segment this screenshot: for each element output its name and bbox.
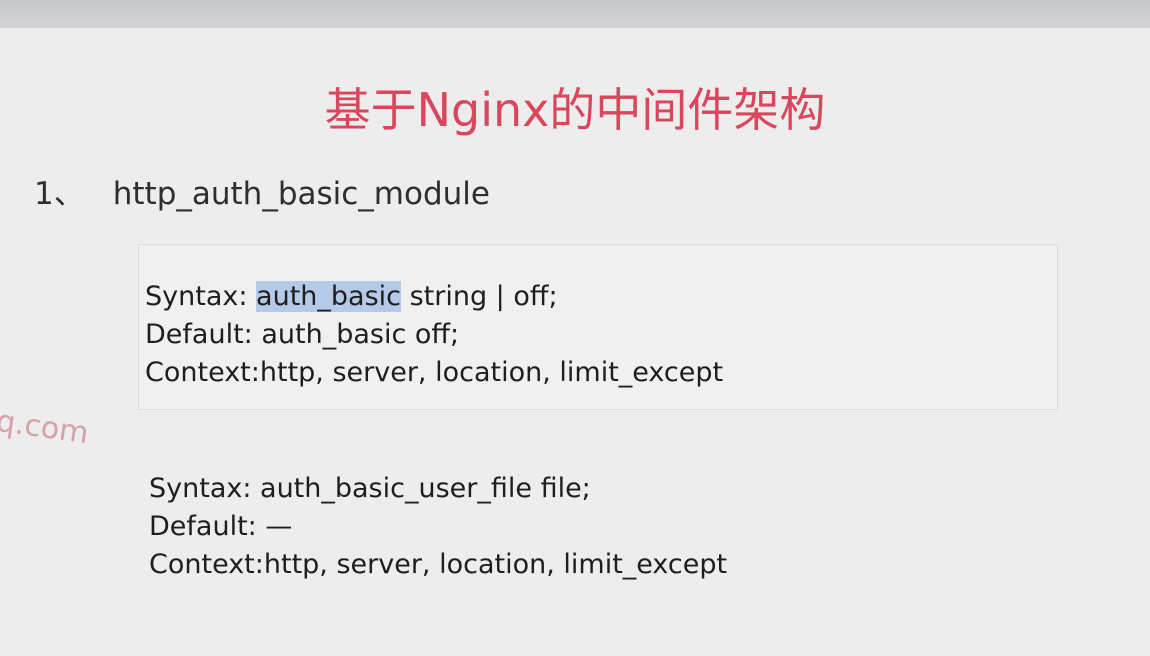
syntax-line: Syntax: auth_basic_user_file file; (149, 473, 591, 504)
heading-number: 1、 (34, 176, 85, 212)
syntax-label: Syntax: (145, 281, 257, 312)
section-heading: 1、 http_auth_basic_module (34, 168, 490, 213)
context-line: Context:http, server, location, limit_ex… (145, 357, 724, 388)
directive-block-auth-basic-user-file: Syntax: auth_basic_user_file file; Defau… (149, 470, 727, 584)
window-top-bar (0, 0, 1150, 28)
heading-module-name: http_auth_basic_module (112, 176, 490, 212)
syntax-args: string | off; (401, 281, 558, 312)
directive-block-auth-basic: Syntax: auth_basic string | off; Default… (145, 278, 723, 392)
default-line: Default: — (149, 511, 293, 542)
syntax-line: Syntax: auth_basic string | off; (145, 278, 723, 316)
slide-title: 基于Nginx的中间件架构 (324, 83, 826, 137)
default-line: Default: auth_basic off; (145, 319, 460, 350)
context-line: Context:http, server, location, limit_ex… (149, 549, 728, 580)
selected-text-auth-basic[interactable]: auth_basic (256, 281, 401, 312)
